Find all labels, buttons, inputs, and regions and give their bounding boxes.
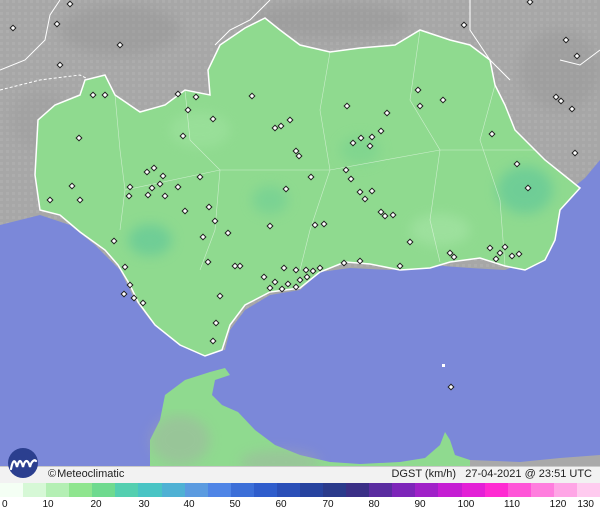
scale-tick-label: 120 xyxy=(549,499,567,510)
scale-swatch xyxy=(507,483,531,497)
scale-swatch xyxy=(0,483,24,497)
scale-swatch xyxy=(576,483,600,497)
scale-swatch xyxy=(69,483,93,497)
scale-tick-label: 130 xyxy=(577,499,594,510)
map-info: DGST (km/h) 27-04-2021 @ 23:51 UTC xyxy=(391,468,592,480)
scale-tick-label: 10 xyxy=(42,499,54,510)
copyright-symbol: © xyxy=(48,468,57,480)
scale-swatch xyxy=(415,483,439,497)
scale-swatch xyxy=(323,483,347,497)
variable-name: DGST xyxy=(391,468,422,480)
scale-swatch xyxy=(553,483,577,497)
scale-tick-label: 100 xyxy=(457,499,475,510)
scale-tick-label: 110 xyxy=(504,499,520,510)
scale-tick-label: 20 xyxy=(90,499,102,510)
scale-tick-label: 40 xyxy=(183,499,195,510)
scale-tick-label: 60 xyxy=(275,499,287,510)
scale-swatch xyxy=(23,483,47,497)
scale-swatch xyxy=(46,483,70,497)
scale-swatch xyxy=(207,483,231,497)
scale-tick-label: 50 xyxy=(229,499,241,510)
timestamp: 27-04-2021 @ 23:51 UTC xyxy=(465,468,592,480)
scale-swatch xyxy=(115,483,139,497)
scale-swatch xyxy=(230,483,254,497)
scale-swatch xyxy=(392,483,416,497)
brand-label: ©Meteoclimatic xyxy=(48,468,124,480)
scale-swatch xyxy=(438,483,462,497)
color-scale: 0 10 20 30 40 50 60 70 80 90 100 110 120 130 xyxy=(0,483,600,517)
scale-swatch xyxy=(138,483,162,497)
scale-tick-label: 90 xyxy=(414,499,426,510)
colorbar xyxy=(0,483,600,497)
scale-swatch xyxy=(369,483,393,497)
scale-swatch xyxy=(253,483,277,497)
scale-swatch xyxy=(300,483,324,497)
scale-tick-label: 30 xyxy=(138,499,150,510)
meteoclimatic-logo-icon xyxy=(8,448,38,478)
brand-name: Meteoclimatic xyxy=(57,468,125,480)
scale-tick-label: 0 xyxy=(2,499,8,510)
scale-swatch xyxy=(461,483,485,497)
scale-tick-label: 80 xyxy=(368,499,380,510)
scale-swatch xyxy=(484,483,508,497)
scale-swatch xyxy=(530,483,554,497)
scale-swatch xyxy=(161,483,185,497)
scale-tick-label: 70 xyxy=(322,499,334,510)
scale-swatch xyxy=(276,483,301,497)
scale-swatch xyxy=(346,483,370,497)
variable-unit: (km/h) xyxy=(424,468,457,480)
scale-swatch xyxy=(184,483,208,497)
wind-gust-map xyxy=(0,0,600,482)
alboran-island xyxy=(442,364,445,367)
scale-swatch xyxy=(92,483,116,497)
